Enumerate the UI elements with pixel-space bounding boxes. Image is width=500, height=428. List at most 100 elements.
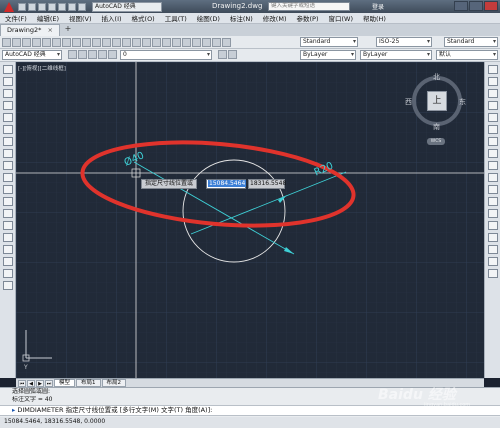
erase-icon[interactable] [487, 65, 498, 74]
rectangle-icon[interactable] [2, 113, 13, 122]
menu-dimension[interactable]: 标注(N) [225, 13, 258, 23]
save-icon[interactable] [38, 2, 46, 11]
linetype-select[interactable]: ByLayer [360, 50, 432, 60]
circle-icon[interactable] [2, 137, 13, 146]
array-icon[interactable] [487, 113, 498, 122]
polygon-icon[interactable] [2, 101, 13, 110]
menu-view[interactable]: 视图(V) [64, 13, 97, 23]
command-input-text[interactable]: DIMDIAMETER 指定尺寸线位置或 [多行文字(M) 文字(T) 角度(A… [17, 406, 212, 414]
rotate-icon[interactable] [487, 137, 498, 146]
redo-icon[interactable] [112, 37, 121, 47]
layer-on-icon[interactable] [88, 50, 97, 59]
offset-icon[interactable] [487, 101, 498, 110]
menu-modify[interactable]: 修改(M) [258, 13, 292, 23]
compass-south-label[interactable]: 南 [433, 122, 440, 132]
paste-icon[interactable] [82, 37, 91, 47]
lineweight-select[interactable]: 默认 [436, 50, 498, 60]
add-tab-icon[interactable]: + [62, 24, 74, 35]
tab-layout2[interactable]: 布局2 [101, 379, 127, 387]
save-icon[interactable] [22, 37, 31, 47]
calculator-icon[interactable] [212, 37, 221, 47]
extend-icon[interactable] [487, 185, 498, 194]
region-icon[interactable] [2, 257, 13, 266]
preview-icon[interactable] [42, 37, 51, 47]
new-icon[interactable] [18, 2, 26, 11]
properties-icon[interactable] [162, 37, 171, 47]
fillet-icon[interactable] [487, 245, 498, 254]
workspace-select[interactable]: AutoCAD 经典 [92, 1, 162, 12]
menu-window[interactable]: 窗口(W) [323, 13, 358, 23]
publish-icon[interactable] [52, 37, 61, 47]
open-icon[interactable] [28, 2, 36, 11]
sheet-set-icon[interactable] [192, 37, 201, 47]
tab-drawing2[interactable]: Drawing2* × [0, 24, 60, 36]
workspace-combo[interactable]: AutoCAD 经典 [2, 50, 62, 60]
layer-select[interactable]: 0 [120, 50, 212, 60]
viewcube-top-face[interactable]: 上 [427, 91, 447, 111]
design-center-icon[interactable] [172, 37, 181, 47]
cut-icon[interactable] [62, 37, 71, 47]
help-icon[interactable] [222, 37, 231, 47]
markup-icon[interactable] [202, 37, 211, 47]
close-icon[interactable]: × [48, 26, 53, 34]
tab-layout1[interactable]: 布局1 [76, 379, 101, 387]
dynamic-input-x-value[interactable]: 15084.5464 [208, 180, 247, 187]
pan-icon[interactable] [122, 37, 131, 47]
login-link[interactable]: 登录 [372, 2, 384, 11]
first-layout-icon[interactable]: ⏮ [18, 379, 26, 387]
blend-icon[interactable] [487, 257, 498, 266]
dynamic-input-y[interactable]: 18316.5548 [248, 179, 286, 189]
viewport-controls[interactable]: [-][俯视][二维线框] [18, 64, 66, 72]
copy-icon[interactable] [72, 37, 81, 47]
construction-line-icon[interactable] [2, 77, 13, 86]
dynamic-input-x[interactable]: 15084.5464 [206, 179, 247, 189]
zoom-realtime-icon[interactable] [132, 37, 141, 47]
break-at-point-icon[interactable] [487, 197, 498, 206]
wcs-menu-button[interactable]: WCS [427, 138, 445, 145]
status-coordinates[interactable]: 15084.5464, 18316.5548, 0.0000 [0, 417, 500, 428]
last-layout-icon[interactable]: ⏭ [45, 379, 53, 387]
text-style-select[interactable]: Standard [300, 37, 358, 47]
zoom-window-icon[interactable] [142, 37, 151, 47]
tab-model[interactable]: 模型 [54, 379, 76, 387]
revision-cloud-icon[interactable] [2, 149, 13, 158]
next-layout-icon[interactable]: ▶ [36, 379, 44, 387]
compass-west-label[interactable]: 西 [405, 97, 412, 107]
hatch-icon[interactable] [2, 233, 13, 242]
close-button[interactable] [484, 1, 498, 11]
spline-icon[interactable] [2, 161, 13, 170]
join-icon[interactable] [487, 221, 498, 230]
undo-icon[interactable] [68, 2, 76, 11]
search-input[interactable]: 键入关键字或短语 [268, 2, 350, 11]
mirror-icon[interactable] [487, 89, 498, 98]
gradient-icon[interactable] [2, 245, 13, 254]
arc-icon[interactable] [2, 125, 13, 134]
ellipse-arc-icon[interactable] [2, 185, 13, 194]
layer-lock-icon[interactable] [108, 50, 117, 59]
layer-previous-icon[interactable] [228, 50, 237, 59]
saveas-icon[interactable] [48, 2, 56, 11]
prev-layout-icon[interactable]: ◀ [27, 379, 35, 387]
trim-icon[interactable] [487, 173, 498, 182]
layer-state-icon[interactable] [78, 50, 87, 59]
match-properties-icon[interactable] [92, 37, 101, 47]
table-icon[interactable] [2, 269, 13, 278]
polyline-icon[interactable] [2, 89, 13, 98]
menu-file[interactable]: 文件(F) [0, 13, 32, 23]
menu-parametric[interactable]: 参数(P) [291, 13, 323, 23]
compass-north-label[interactable]: 北 [433, 72, 440, 82]
zoom-previous-icon[interactable] [152, 37, 161, 47]
stretch-icon[interactable] [487, 161, 498, 170]
menu-insert[interactable]: 插入(I) [97, 13, 127, 23]
menu-help[interactable]: 帮助(H) [358, 13, 391, 23]
table-style-select[interactable]: Standard [444, 37, 498, 47]
explode-icon[interactable] [487, 269, 498, 278]
point-icon[interactable] [2, 221, 13, 230]
line-icon[interactable] [2, 65, 13, 74]
color-select[interactable]: ByLayer [300, 50, 356, 60]
menu-edit[interactable]: 编辑(E) [32, 13, 64, 23]
new-icon[interactable] [2, 37, 11, 47]
chamfer-icon[interactable] [487, 233, 498, 242]
ellipse-icon[interactable] [2, 173, 13, 182]
autocad-logo-icon[interactable] [2, 1, 16, 13]
